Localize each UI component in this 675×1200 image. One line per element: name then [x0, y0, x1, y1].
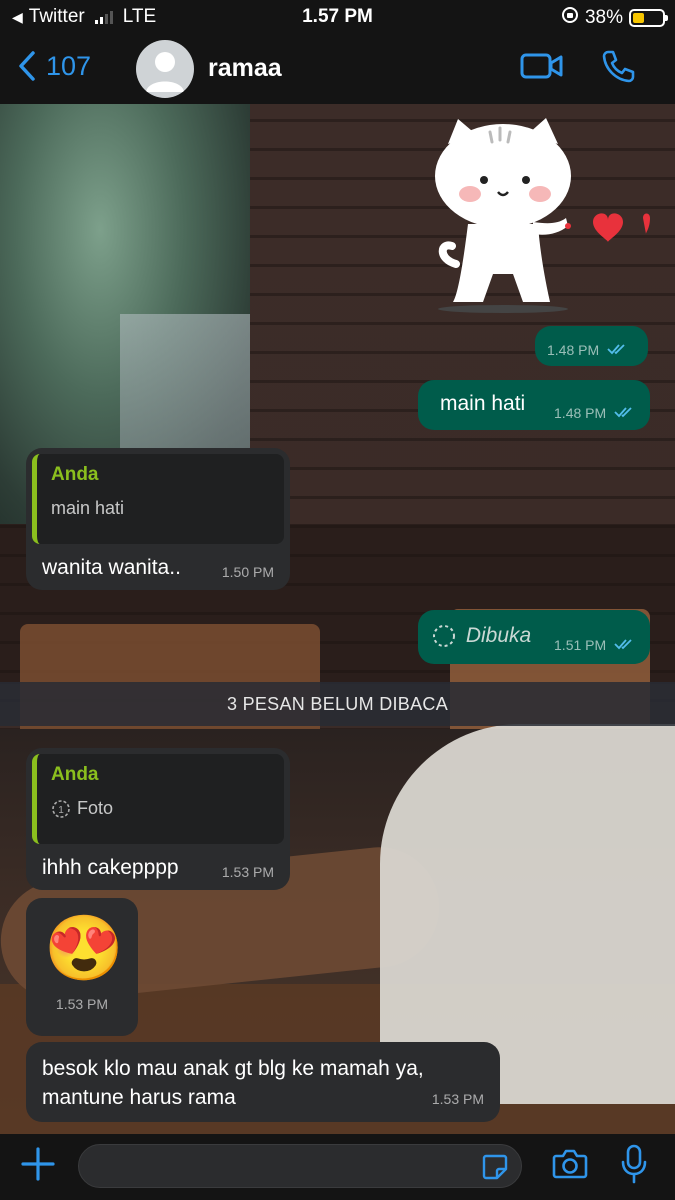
- message-time: 1.53 PM: [55, 996, 109, 1012]
- chat-background: 1.48 PM main hati 1.48 PM Anda main hati…: [0, 104, 675, 1134]
- back-chevron-icon: [19, 51, 35, 81]
- message-time: 1.50 PM: [221, 564, 274, 580]
- view-once-label: Dibuka: [465, 624, 532, 647]
- message-text: ihhh cakepppp: [42, 856, 179, 879]
- sticker-button[interactable]: [481, 1153, 509, 1186]
- message-text: main hati: [440, 392, 526, 415]
- message-time: 1.53 PM: [431, 1091, 484, 1107]
- unread-messages-banner: 3 PESAN BELUM DIBACA: [0, 682, 675, 726]
- battery-icon: [629, 9, 668, 27]
- contact-name[interactable]: ramaa: [208, 54, 282, 83]
- message-text: wanita wanita..: [42, 556, 181, 579]
- microphone-icon: [621, 1144, 647, 1184]
- emoji-heart-eyes: 😍: [44, 912, 124, 984]
- camera-button[interactable]: [552, 1148, 588, 1185]
- quoted-message[interactable]: Anda 1 Foto: [32, 754, 284, 844]
- chat-header: 107 ramaa: [0, 36, 675, 104]
- message-bubble-incoming[interactable]: besok klo mau anak gt blg ke mamah ya, m…: [26, 1042, 500, 1122]
- double-check-icon: [607, 344, 625, 355]
- battery-percent: 38%: [584, 7, 623, 28]
- message-time: 1.53 PM: [221, 864, 274, 880]
- camera-icon: [552, 1149, 588, 1179]
- message-text-line1: besok klo mau anak gt blg ke mamah ya,: [42, 1057, 424, 1080]
- quoted-message[interactable]: Anda main hati: [32, 454, 284, 544]
- view-once-icon: 1: [52, 799, 70, 818]
- plus-icon: [21, 1147, 55, 1181]
- message-bubble-incoming-reply[interactable]: Anda 1 Foto ihhh cakepppp 1.53 PM: [26, 748, 290, 890]
- sticker-time-bubble: 1.48 PM: [535, 326, 648, 366]
- view-once-bubble[interactable]: Dibuka 1.51 PM: [418, 610, 650, 664]
- message-text-line2: mantune harus rama: [42, 1086, 236, 1109]
- avatar[interactable]: [136, 40, 194, 98]
- double-check-icon: [614, 407, 632, 418]
- message-time: 1.48 PM: [554, 405, 607, 421]
- attach-button[interactable]: [20, 1146, 56, 1187]
- avatar-icon: [146, 52, 184, 92]
- quote-text: main hati: [51, 498, 270, 519]
- status-bar: ◀ Twitter LTE 1.57 PM 38%: [0, 0, 675, 36]
- voice-call-button[interactable]: [600, 48, 636, 89]
- quote-author: Anda: [51, 764, 99, 785]
- message-time: 1.51 PM: [554, 637, 607, 653]
- phone-icon: [602, 50, 635, 83]
- message-bubble-incoming-reply[interactable]: Anda main hati wanita wanita.. 1.50 PM: [26, 448, 290, 590]
- quote-author: Anda: [51, 464, 99, 485]
- message-input[interactable]: [78, 1144, 522, 1188]
- quote-text-value: main hati: [51, 498, 125, 518]
- video-call-icon: [520, 53, 563, 79]
- quote-text: 1 Foto: [51, 798, 270, 819]
- orientation-lock-icon: [561, 6, 579, 30]
- status-right: 38%: [561, 6, 668, 30]
- message-time: 1.48 PM: [547, 342, 600, 358]
- message-bubble-outgoing[interactable]: main hati 1.48 PM: [418, 380, 650, 430]
- video-call-button[interactable]: [520, 50, 564, 87]
- cat-sticker[interactable]: [428, 114, 653, 314]
- voice-record-button[interactable]: [620, 1144, 648, 1189]
- message-input-bar: [0, 1134, 675, 1200]
- double-check-icon: [614, 639, 632, 650]
- quote-text-value: Foto: [77, 798, 114, 818]
- back-button[interactable]: 107: [18, 50, 91, 82]
- emoji-bubble[interactable]: 😍 1.53 PM: [26, 898, 138, 1036]
- svg-text:1: 1: [58, 805, 64, 816]
- back-count: 107: [46, 50, 92, 81]
- view-once-icon: [433, 625, 455, 648]
- sticker-icon: [482, 1154, 508, 1180]
